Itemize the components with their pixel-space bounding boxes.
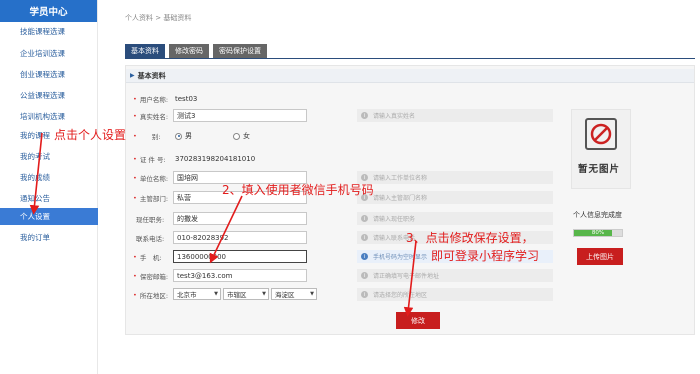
info-icon: i (361, 174, 368, 181)
position-hint: i 请输入现任职务 (357, 212, 553, 225)
realname-hint: i 请输入真实姓名 (357, 109, 553, 122)
district-select[interactable]: 市辖区 ▼ (223, 288, 269, 300)
main-content: 个人资料 > 基础资料 基本资料 修改密码 密码保护设置 ▶ 基本资料 • 用户名… (98, 0, 700, 374)
no-image-icon (585, 118, 617, 150)
info-icon: i (361, 215, 368, 222)
realname-input[interactable]: 测试3 (173, 109, 307, 122)
required-dot: • (133, 272, 137, 280)
required-dot: • (133, 194, 137, 202)
info-icon: i (361, 272, 368, 279)
row-region: • 所在地区: 北京市 ▼ 市辖区 ▼ 海淀区 ▼ i 请选择您的所在地区 (126, 288, 694, 302)
tab-bar: 基本资料 修改密码 密码保护设置 (125, 44, 267, 58)
row-email: • 保密邮箱: test3@163.com i 请正确填写电子邮件地址 (126, 269, 694, 283)
company-hint: i 请输入工作单位名称 (357, 171, 553, 184)
gender-radio-female[interactable]: 女 (233, 129, 250, 143)
row-department: • 主管部门: 私营 i 请输入主管部门名称 (126, 191, 694, 205)
gender-label: 别: (151, 133, 161, 141)
sidebar-item-startup-courses[interactable]: 创业课程选课 (0, 66, 98, 83)
save-button[interactable]: 修改 (396, 312, 440, 329)
section-title: 基本资料 (137, 71, 166, 80)
email-input[interactable]: test3@163.com (173, 269, 307, 282)
phone-input[interactable]: 010-82028392 (173, 231, 307, 244)
sidebar-item-my-orders[interactable]: 我的订单 (0, 229, 98, 246)
sidebar-item-my-exams[interactable]: 我的考试 (0, 148, 98, 165)
sidebar-item-institution-courses[interactable]: 培训机构选课 (0, 108, 98, 125)
chevron-down-icon: ▼ (214, 291, 218, 297)
department-hint: i 请输入主管部门名称 (357, 191, 553, 204)
radio-selected-icon (175, 132, 182, 140)
idcard-value: 370283198204181010 (175, 155, 256, 163)
sidebar-item-public-courses[interactable]: 公益课程选课 (0, 87, 98, 104)
sidebar-title: 学员中心 (0, 0, 97, 22)
sidebar-item-notices[interactable]: 通知公告 (0, 190, 98, 207)
required-dot: • (133, 253, 137, 261)
chevron-down-icon: ▼ (262, 291, 266, 297)
position-input[interactable]: 的撒发 (173, 212, 307, 225)
company-label: 单位名称: (139, 175, 169, 183)
avatar-placeholder: 暂无图片 (571, 109, 631, 189)
mobile-input[interactable]: 13600000000 (173, 250, 307, 263)
username-value: test03 (175, 95, 198, 103)
region-hint: i 请选择您的所在地区 (357, 288, 553, 301)
email-hint: i 请正确填写电子邮件地址 (357, 269, 553, 282)
row-username: • 用户名称: test03 (126, 92, 694, 106)
required-dot: • (133, 174, 137, 182)
profile-form-panel: ▶ 基本资料 • 用户名称: test03 • 真实姓名: 测试3 i 请输入真实姓名… (125, 65, 695, 335)
department-label: 主管部门: (139, 195, 169, 203)
annotation-step3-line2: 即可登录小程序学习 (431, 249, 540, 263)
section-header: ▶ 基本资料 (126, 69, 694, 83)
idcard-label: 证 件 号: (139, 156, 166, 164)
tab-password-protection[interactable]: 密码保护设置 (213, 44, 267, 58)
upload-image-button[interactable]: 上传图片 (577, 248, 623, 265)
phone-label: 联系电话: (136, 235, 165, 243)
sidebar: 学员中心 技能课程选课 企业培训选课 创业课程选课 公益课程选课 培训机构选课 … (0, 0, 98, 374)
annotation-step1: 点击个人设置 (54, 128, 127, 142)
profile-completion-label: 个人信息完成度 (573, 211, 622, 219)
region-label: 所在地区: (139, 292, 169, 300)
required-dot: • (133, 112, 137, 120)
province-select[interactable]: 北京市 ▼ (173, 288, 221, 300)
gender-radio-male[interactable]: 男 (175, 129, 192, 143)
tab-underline (125, 58, 695, 59)
position-label: 现任职务: (136, 216, 165, 224)
tab-basic-info[interactable]: 基本资料 (125, 44, 165, 58)
info-icon: i (361, 234, 368, 241)
info-icon: i (361, 291, 368, 298)
chevron-down-icon: ▼ (310, 291, 314, 297)
required-dot: • (133, 291, 137, 299)
email-label: 保密邮箱: (139, 273, 169, 281)
required-dot: • (133, 95, 137, 103)
sidebar-item-my-scores[interactable]: 我的成绩 (0, 169, 98, 186)
triangle-right-icon: ▶ (130, 72, 135, 79)
progress-text: 80% (591, 230, 605, 236)
breadcrumb: 个人资料 > 基础资料 (125, 14, 192, 22)
profile-completion-bar: 80% (573, 229, 623, 237)
county-select[interactable]: 海淀区 ▼ (271, 288, 317, 300)
username-label: 用户名称: (139, 96, 169, 104)
annotation-step3-line1: 3、点击修改保存设置， (406, 231, 534, 245)
required-dot: • (133, 155, 137, 163)
no-image-text: 暂无图片 (578, 164, 621, 175)
sidebar-item-personal-settings[interactable]: 个人设置 (0, 208, 98, 225)
tab-change-password[interactable]: 修改密码 (169, 44, 209, 58)
annotation-step2: 2、填入使用者微信手机号码 (222, 183, 374, 197)
required-dot: • (133, 132, 137, 140)
mobile-label: 手 机: (139, 254, 162, 262)
realname-label: 真实姓名: (139, 113, 169, 121)
radio-icon (233, 132, 240, 140)
info-icon: i (361, 253, 368, 260)
info-icon: i (361, 112, 368, 119)
sidebar-item-skill-courses[interactable]: 技能课程选课 (0, 23, 98, 40)
sidebar-item-enterprise-training[interactable]: 企业培训选课 (0, 45, 98, 62)
